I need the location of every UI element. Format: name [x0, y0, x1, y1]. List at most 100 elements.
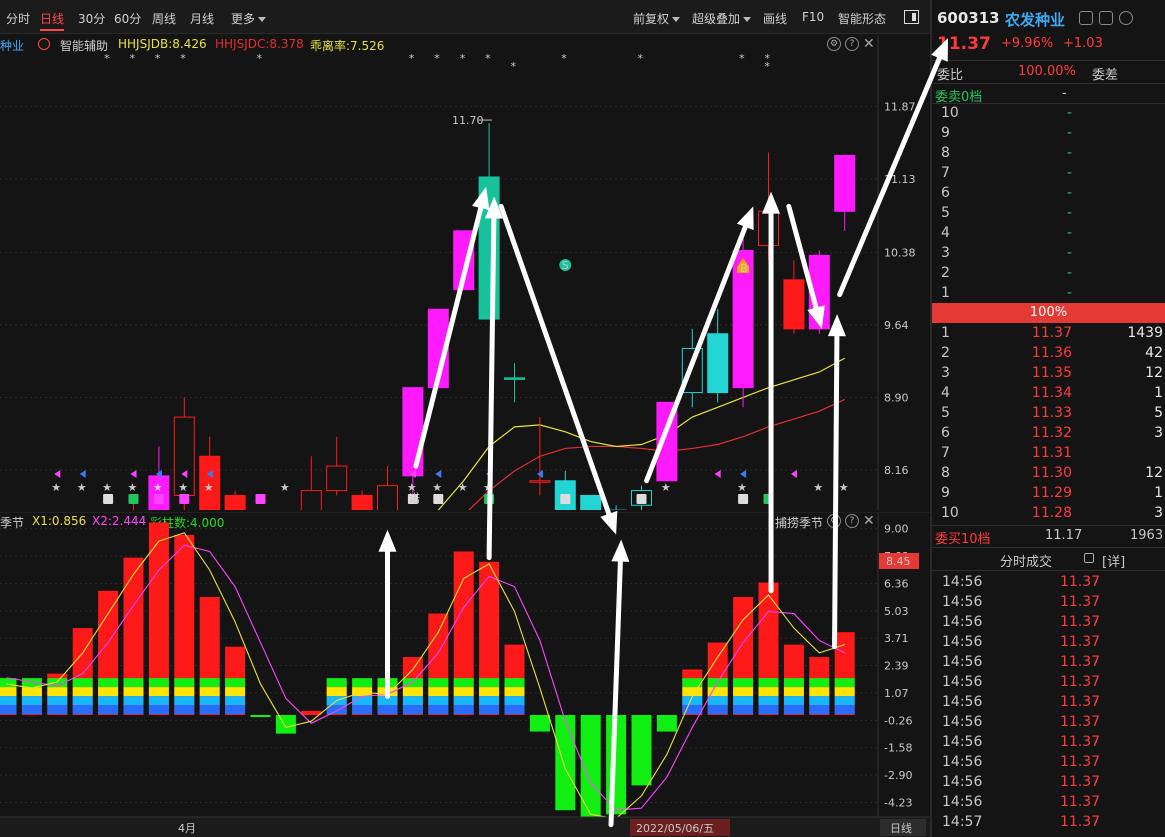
trade-time: 14:56: [942, 594, 983, 610]
season-bar-fill: [529, 715, 550, 732]
season-bar-fill: [580, 715, 601, 823]
season-stripe: [733, 678, 754, 688]
season-stripe: [758, 705, 779, 715]
season-stripe: [758, 696, 779, 706]
bid-row[interactable]: 3 11.35 12: [932, 363, 1165, 383]
bid-price: 11.32: [1031, 425, 1072, 441]
candle: [554, 470, 576, 510]
season-tick-label: -2.90: [884, 769, 912, 782]
candle: [427, 308, 449, 389]
candle-body: [478, 176, 500, 320]
trade-row: 14:56 11.37: [932, 652, 1165, 672]
trade-row: 14:56 11.37: [932, 632, 1165, 652]
ask-row[interactable]: 2-: [932, 263, 1165, 283]
bid-row[interactable]: 4 11.34 1: [932, 383, 1165, 403]
ask-row[interactable]: 9-: [932, 123, 1165, 143]
candle-body: [453, 230, 475, 291]
yellow-star-icon: ★: [102, 481, 112, 494]
tab-30min[interactable]: 30分: [78, 10, 105, 27]
season-stripe: [47, 696, 68, 706]
bid-row[interactable]: 7 11.31: [932, 443, 1165, 463]
bid-row[interactable]: 8 11.30 12: [932, 463, 1165, 483]
ask-row[interactable]: 1-: [932, 283, 1165, 303]
season-chart[interactable]: 9.007.686.365.033.712.391.07-0.26-1.58-2…: [0, 512, 930, 837]
signal-star-icon: *: [511, 60, 517, 73]
trade-price: 11.37: [1060, 754, 1101, 770]
ask-row[interactable]: 3-: [932, 243, 1165, 263]
ask-row[interactable]: 8-: [932, 143, 1165, 163]
flag-icon: [740, 470, 747, 478]
tab-daily[interactable]: 日线: [40, 10, 65, 31]
ask-row[interactable]: 5-: [932, 203, 1165, 223]
ask-row[interactable]: 4-: [932, 223, 1165, 243]
ask-row[interactable]: 10 -: [932, 103, 1165, 123]
season-stripe: [72, 696, 93, 706]
overlay-menu[interactable]: 超级叠加: [692, 10, 752, 27]
bid-row[interactable]: 6 11.32 3: [932, 423, 1165, 443]
candle: [732, 230, 754, 408]
watch-icon[interactable]: [1099, 11, 1113, 25]
buy-levels-volume: 1963: [1130, 528, 1164, 543]
level-label: 10: [941, 105, 959, 121]
season-stripe: [783, 696, 804, 706]
signal-star-icon: *: [104, 52, 110, 65]
season-tick-label: 9.00: [884, 523, 909, 536]
trade-row: 14:57 11.37: [932, 812, 1165, 832]
draw-button[interactable]: 画线: [763, 10, 787, 27]
signal-star-icon: *: [460, 52, 466, 65]
season-stripe: [148, 705, 169, 715]
level-label: 1: [941, 285, 950, 301]
f10-button[interactable]: F10: [802, 10, 824, 24]
trade-time: 14:56: [942, 574, 983, 590]
bid-row[interactable]: 2 11.36 42: [932, 343, 1165, 363]
month-label: 4月: [178, 822, 196, 835]
trade-row: 14:56 11.37: [932, 672, 1165, 692]
trade-row: 14:56 11.37: [932, 592, 1165, 612]
season-bar-fill: [301, 710, 322, 715]
trades-detail-link[interactable]: [详]: [1102, 551, 1125, 570]
panel-toggle-icon[interactable]: [904, 10, 919, 24]
level-label: 6: [941, 425, 950, 441]
candle-body: [300, 490, 322, 510]
weibi-label: 委比: [937, 68, 964, 83]
candle: [402, 387, 424, 496]
level-label: 7: [941, 445, 950, 461]
tab-weekly[interactable]: 周线: [152, 10, 176, 27]
season-stripe: [0, 705, 17, 715]
tab-monthly[interactable]: 月线: [190, 10, 214, 27]
time-axis: 4月 2022/05/06/五 日线: [0, 816, 930, 837]
bid-row[interactable]: 1 11.37 1439: [932, 323, 1165, 343]
season-stripe: [758, 678, 779, 688]
tab-60min[interactable]: 60分: [114, 10, 141, 27]
price-tick-label: 8.90: [884, 391, 909, 404]
season-bar-fill: [555, 715, 576, 811]
bid-row[interactable]: 9 11.29 1: [932, 483, 1165, 503]
season-stripe: [428, 678, 449, 688]
season-stripe: [428, 705, 449, 715]
season-stripe: [225, 678, 246, 688]
candlestick-chart[interactable]: 11.705.55 ***************★★★★★★★★★★★★★★★…: [0, 36, 930, 510]
flag-icon: [54, 470, 61, 478]
yellow-star-icon: ★: [128, 481, 138, 494]
tab-intraday[interactable]: 分时: [6, 10, 30, 27]
candle-body: [377, 485, 398, 510]
bid-row[interactable]: 5 11.33 5: [932, 403, 1165, 423]
trade-price: 11.37: [1060, 594, 1101, 610]
ask-row[interactable]: 7-: [932, 163, 1165, 183]
season-bar: [529, 715, 550, 732]
signal-star-icon: *: [765, 60, 771, 73]
level-label: 1: [941, 325, 950, 341]
rights-menu[interactable]: 前复权: [633, 10, 681, 27]
season-stripe: [733, 687, 754, 697]
ask-row[interactable]: 6-: [932, 183, 1165, 203]
candle-body: [224, 494, 246, 510]
trade-time: 14:56: [942, 694, 983, 710]
info-icon[interactable]: [1119, 11, 1133, 25]
lock-icon[interactable]: [1084, 553, 1094, 563]
smart-pattern-button[interactable]: 智能形态: [838, 10, 886, 27]
season-stripe: [98, 678, 119, 688]
bell-icon[interactable]: [1079, 11, 1093, 25]
more-menu[interactable]: 更多: [231, 10, 267, 27]
bid-row[interactable]: 10 11.28 3: [932, 503, 1165, 523]
candle: [656, 401, 678, 482]
